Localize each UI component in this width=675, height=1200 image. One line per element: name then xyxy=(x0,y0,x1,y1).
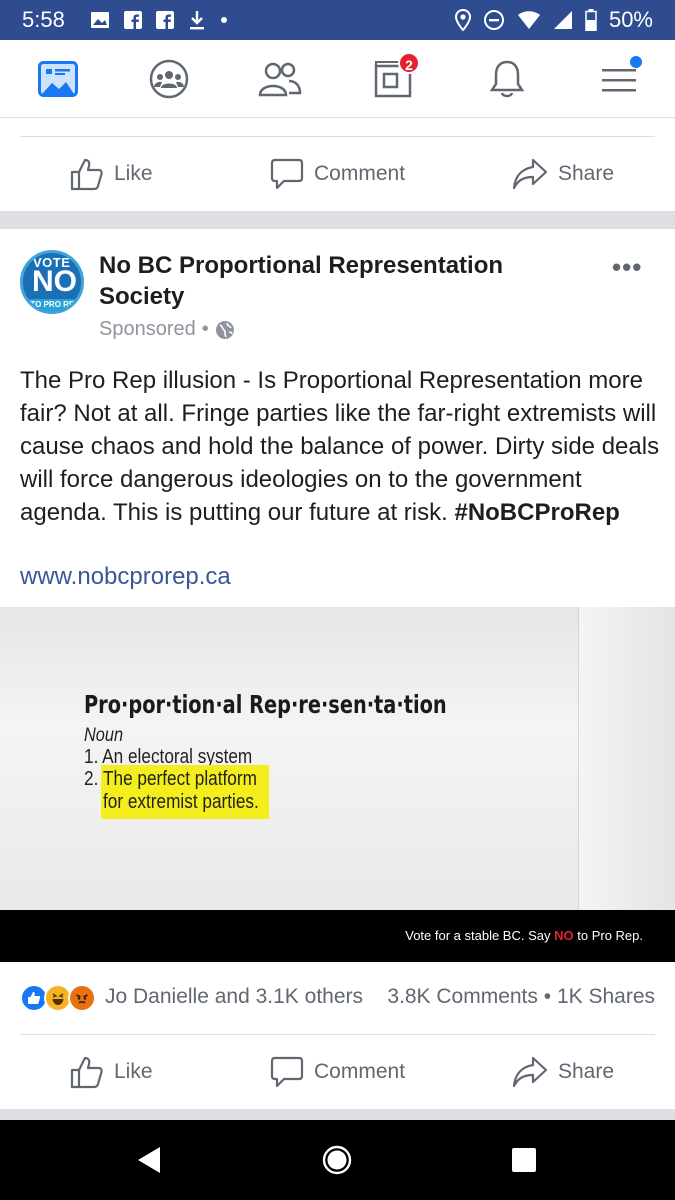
meta-separator: • xyxy=(201,318,209,340)
background-panel xyxy=(578,607,675,910)
like-label: Like xyxy=(114,1060,153,1083)
comment-icon xyxy=(270,158,304,190)
share-label: Share xyxy=(558,1060,615,1083)
avatar-text-main: NO xyxy=(32,265,77,298)
post-meta: Sponsored • xyxy=(99,318,235,341)
status-bar: 5:58 50% xyxy=(0,0,675,40)
status-time: 5:58 xyxy=(22,7,65,32)
page-avatar[interactable]: VOTE NO TO PRO REP xyxy=(20,250,84,314)
groups-icon xyxy=(149,59,189,99)
video-tagline: Vote for a stable BC. Say NO to Pro Rep. xyxy=(405,928,643,943)
comment-label: Comment xyxy=(314,1060,406,1083)
definition-2-number: 2. xyxy=(84,768,99,790)
more-options-icon[interactable]: ••• xyxy=(612,252,642,283)
wifi-icon xyxy=(517,11,540,29)
post-text: The Pro Rep illusion - Is Proportional R… xyxy=(20,364,660,529)
feed-separator xyxy=(0,1109,675,1120)
facebook-icon xyxy=(124,11,142,29)
nav-menu[interactable] xyxy=(596,56,642,102)
share-icon xyxy=(512,158,548,190)
post-action-bar: Like Comment Share xyxy=(0,1035,675,1109)
marketplace-badge: 2 xyxy=(398,52,420,74)
status-notification-icons xyxy=(90,10,228,30)
share-label: Share xyxy=(558,162,615,185)
page-name-link[interactable]: No BC Proportional Representation Societ… xyxy=(99,250,569,312)
battery-percent: 50% xyxy=(608,7,653,32)
menu-dot-badge xyxy=(630,56,642,68)
sponsored-label[interactable]: Sponsored xyxy=(99,318,196,341)
dot-icon xyxy=(221,17,227,23)
nav-friends[interactable] xyxy=(257,56,303,102)
reaction-names[interactable]: Jo Danielle and 3.1K others xyxy=(105,985,363,1009)
angry-reaction-icon xyxy=(68,984,96,1012)
home-icon[interactable] xyxy=(322,1145,352,1175)
signal-icon xyxy=(553,11,572,29)
shares-count[interactable]: 1K Shares xyxy=(557,985,655,1008)
facebook-icon-2 xyxy=(156,11,174,29)
comment-button[interactable]: Comment xyxy=(270,1035,405,1109)
nav-news-feed[interactable] xyxy=(35,56,81,102)
recents-icon[interactable] xyxy=(511,1147,537,1173)
nav-groups[interactable] xyxy=(146,56,192,102)
gallery-icon xyxy=(91,12,109,28)
comment-icon xyxy=(270,1056,304,1088)
like-label: Like xyxy=(114,162,153,185)
nav-marketplace[interactable]: 2 xyxy=(370,52,420,102)
download-icon xyxy=(190,11,204,30)
thumbs-up-icon xyxy=(70,158,103,191)
tagline-post: to Pro Rep. xyxy=(577,928,643,943)
share-icon xyxy=(512,1056,548,1088)
top-navigation: 2 xyxy=(0,40,675,118)
comment-button[interactable]: Comment xyxy=(270,137,405,211)
post-url-link[interactable]: www.nobcprorep.ca xyxy=(20,563,231,591)
previous-post-action-bar: Like Comment Share xyxy=(0,137,675,211)
thumbs-up-icon xyxy=(70,1056,103,1089)
avatar-text-bottom: TO PRO REP xyxy=(23,299,81,311)
status-system-icons: 50% xyxy=(454,0,653,40)
tagline-pre: Vote for a stable BC. Say xyxy=(405,928,551,943)
count-separator: • xyxy=(543,985,552,1008)
share-button[interactable]: Share xyxy=(512,137,614,211)
definition-title: Pro·por·tion·al Rep·re·sen·ta·tion xyxy=(84,690,447,719)
reaction-icons[interactable] xyxy=(20,984,96,1012)
location-icon xyxy=(454,9,471,31)
definition-2-line1: The perfect platform xyxy=(103,768,257,790)
news-feed-icon xyxy=(38,61,78,97)
feed-separator xyxy=(0,211,675,229)
share-button[interactable]: Share xyxy=(512,1035,614,1109)
friends-icon xyxy=(258,62,302,97)
video-thumbnail[interactable]: Pro·por·tion·al Rep·re·sen·ta·tion Noun … xyxy=(0,607,675,910)
hashtag-link[interactable]: #NoBCProRep xyxy=(454,499,619,526)
definition-2-line2: for extremist parties. xyxy=(103,791,259,813)
tagline-no: NO xyxy=(554,928,574,943)
nav-notifications[interactable] xyxy=(484,56,530,102)
bell-icon xyxy=(489,60,525,98)
comments-count[interactable]: 3.8K Comments xyxy=(387,985,538,1008)
comment-label: Comment xyxy=(314,162,406,185)
do-not-disturb-icon xyxy=(483,10,504,30)
like-button[interactable]: Like xyxy=(70,137,153,211)
globe-icon xyxy=(215,320,234,339)
battery-icon xyxy=(585,9,597,31)
video-caption-bar: Vote for a stable BC. Say NO to Pro Rep. xyxy=(0,910,675,962)
like-button[interactable]: Like xyxy=(70,1035,153,1109)
definition-pos: Noun xyxy=(84,725,124,746)
back-icon[interactable] xyxy=(136,1146,162,1174)
engagement-counts: 3.8K Comments • 1K Shares xyxy=(387,985,655,1009)
hamburger-menu-icon xyxy=(602,69,636,92)
android-navigation-bar xyxy=(0,1120,675,1200)
